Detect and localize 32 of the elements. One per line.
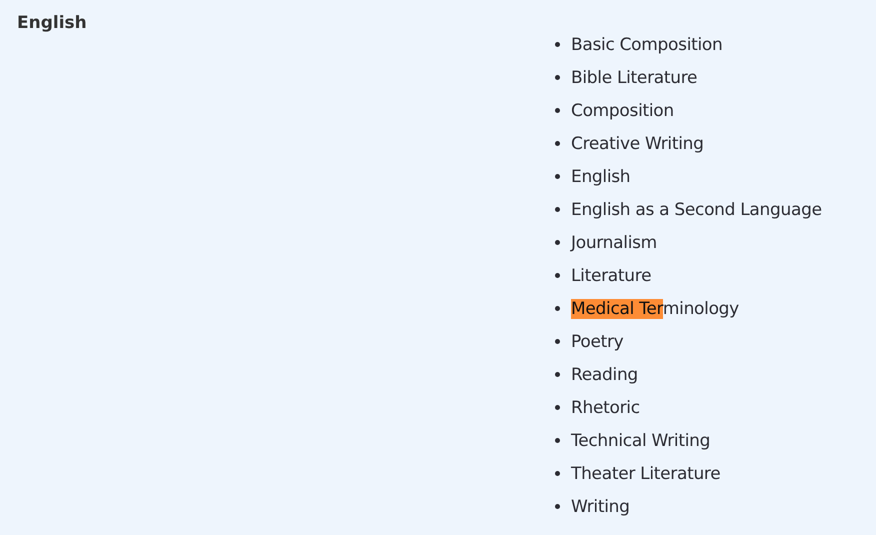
item-text: English as a Second Language — [571, 200, 822, 220]
bullet-icon — [555, 207, 560, 212]
bullet-icon — [555, 372, 560, 377]
bullet-icon — [555, 174, 560, 179]
item-text: Literature — [571, 266, 652, 286]
bullet-icon — [555, 339, 560, 344]
highlighted-text: Medical Ter — [571, 298, 663, 318]
bullet-icon — [555, 438, 560, 443]
bullet-icon — [555, 108, 560, 113]
item-text: Reading — [571, 364, 638, 384]
item-text: English — [571, 166, 630, 186]
bullet-icon — [555, 306, 560, 311]
bullet-icon — [555, 405, 560, 410]
section-heading: English — [17, 13, 88, 33]
bullet-icon — [555, 240, 560, 245]
item-text: Basic Composition — [571, 34, 722, 54]
item-text: Writing — [571, 496, 630, 516]
bullet-icon — [555, 504, 560, 509]
bullet-icon — [555, 141, 560, 146]
item-text: Bible Literature — [571, 68, 698, 88]
item-text: Technical Writing — [571, 430, 710, 450]
item-text: Creative Writing — [571, 134, 704, 154]
item-text: Rhetoric — [571, 398, 640, 418]
bullet-icon — [555, 42, 560, 47]
item-text: minology — [662, 298, 739, 318]
bullet-icon — [555, 75, 560, 80]
item-text: Composition — [571, 100, 674, 120]
bullet-icon — [555, 273, 560, 278]
item-text: Poetry — [571, 332, 624, 352]
item-text: Theater Literature — [571, 464, 720, 484]
item-text: Journalism — [571, 232, 657, 252]
bullet-icon — [555, 471, 560, 476]
